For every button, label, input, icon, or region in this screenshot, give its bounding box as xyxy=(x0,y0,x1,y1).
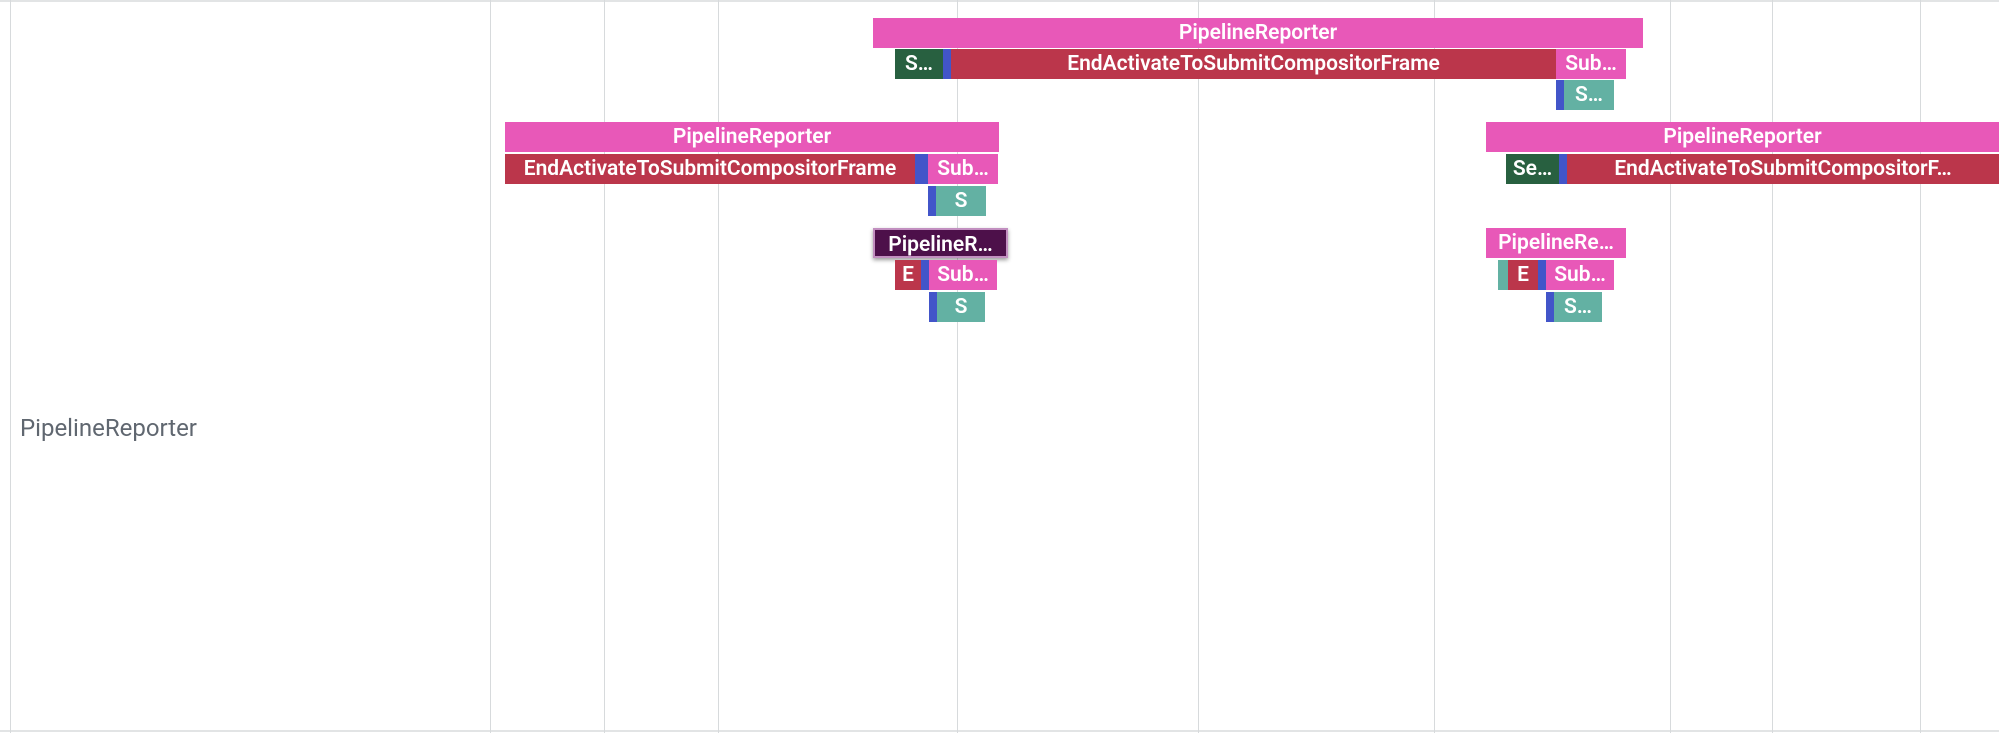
trace-slice-pr5-sub[interactable]: Sub… xyxy=(1546,260,1614,290)
trace-slice-pr2-end[interactable]: EndActivateToSubmitCompositorFrame xyxy=(505,154,915,184)
trace-slice-label: Sub… xyxy=(937,157,989,181)
trace-slice-pr3[interactable]: PipelineReporter xyxy=(1486,122,1999,152)
grid-line xyxy=(10,0,11,733)
grid-line xyxy=(718,0,719,733)
trace-slice-label: Se… xyxy=(1513,157,1552,181)
grid-line xyxy=(957,0,958,733)
trace-slice-label: EndActivateToSubmitCompositorF… xyxy=(1614,157,1951,181)
trace-slice-pr3-se[interactable]: Se… xyxy=(1506,154,1559,184)
trace-slice-pr2-b2[interactable] xyxy=(928,186,936,216)
trace-slice-pr4-s[interactable]: S xyxy=(937,292,985,322)
trace-slice-pr1-end[interactable]: EndActivateToSubmitCompositorFrame xyxy=(951,49,1556,79)
trace-slice-pr4[interactable]: PipelineR… xyxy=(873,228,1008,258)
trace-slice-label: Sub… xyxy=(1554,263,1606,287)
trace-slice-label: S… xyxy=(1564,295,1592,319)
grid-line xyxy=(1772,0,1773,733)
trace-slice-pr4-b2[interactable] xyxy=(929,292,937,322)
trace-slice-label: EndActivateToSubmitCompositorFrame xyxy=(1067,52,1440,76)
grid-line xyxy=(490,0,491,733)
trace-slice-pr2[interactable]: PipelineReporter xyxy=(505,122,999,152)
trace-slice-label: PipelineReporter xyxy=(673,125,831,149)
h-divider-bottom xyxy=(0,730,1999,732)
trace-slice-label: EndActivateToSubmitCompositorFrame xyxy=(524,157,897,181)
trace-slice-pr5[interactable]: PipelineRe… xyxy=(1486,228,1626,258)
trace-slice-pr5-b0[interactable] xyxy=(1498,260,1508,290)
trace-slice-pr5-e[interactable]: E xyxy=(1508,260,1538,290)
h-divider-top xyxy=(0,0,1999,2)
trace-slice-pr5-s[interactable]: S… xyxy=(1554,292,1602,322)
grid-line xyxy=(604,0,605,733)
trace-slice-label: Sub… xyxy=(937,263,989,287)
trace-slice-label: E xyxy=(902,263,914,287)
trace-slice-label: PipelineReporter xyxy=(1663,125,1821,149)
trace-slice-label: PipelineR… xyxy=(888,233,993,257)
trace-slice-pr2-sub[interactable]: Sub… xyxy=(928,154,998,184)
trace-slice-label: S xyxy=(955,189,968,213)
grid-line xyxy=(1198,0,1199,733)
trace-slice-pr3-b[interactable] xyxy=(1559,154,1567,184)
trace-slice-label: PipelineRe… xyxy=(1498,231,1614,255)
grid-line xyxy=(1434,0,1435,733)
grid-line xyxy=(1920,0,1921,733)
trace-slice-pr1-b1[interactable] xyxy=(943,49,951,79)
trace-slice-pr1-b2[interactable] xyxy=(1556,80,1564,110)
trace-slice-label: S… xyxy=(1575,83,1603,107)
trace-slice-pr1[interactable]: PipelineReporter xyxy=(873,18,1643,48)
track-label-pipelinereporter: PipelineReporter xyxy=(20,414,197,442)
trace-slice-pr4-b[interactable] xyxy=(921,260,929,290)
trace-slice-label: S… xyxy=(905,52,933,76)
trace-slice-pr2-s[interactable]: S xyxy=(936,186,986,216)
trace-slice-pr1-s[interactable]: S… xyxy=(895,49,943,79)
trace-slice-label: E xyxy=(1517,263,1529,287)
trace-slice-pr4-sub[interactable]: Sub… xyxy=(929,260,997,290)
trace-slice-pr5-b2[interactable] xyxy=(1546,292,1554,322)
trace-slice-pr2-b[interactable] xyxy=(915,154,928,184)
trace-viewport[interactable]: PipelineReporter PipelineReporter S… EndAc… xyxy=(0,0,1999,733)
trace-slice-pr5-b[interactable] xyxy=(1538,260,1546,290)
trace-slice-pr3-end[interactable]: EndActivateToSubmitCompositorF… xyxy=(1567,154,1999,184)
grid-line xyxy=(1670,0,1671,733)
trace-slice-label: PipelineReporter xyxy=(1179,21,1337,45)
trace-slice-label: Sub… xyxy=(1565,52,1617,76)
trace-slice-pr4-e[interactable]: E xyxy=(895,260,921,290)
trace-slice-pr1-s2[interactable]: S… xyxy=(1564,80,1614,110)
trace-slice-pr1-sub[interactable]: Sub… xyxy=(1556,49,1626,79)
trace-slice-label: S xyxy=(955,295,968,319)
